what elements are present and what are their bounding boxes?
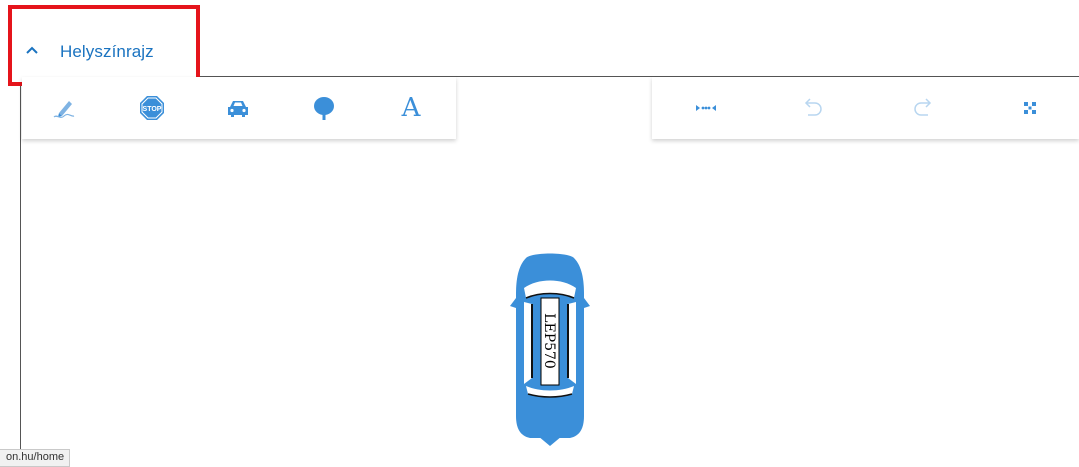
sign-tool-button[interactable]: STOP <box>138 94 166 122</box>
redo-icon <box>914 98 932 116</box>
fullscreen-tool-button[interactable] <box>1016 94 1044 122</box>
canvas-border-left <box>20 86 21 465</box>
expand-icon <box>1024 102 1036 114</box>
section-title: Helyszínrajz <box>60 42 154 61</box>
undo-icon <box>804 98 822 116</box>
tree-icon <box>314 97 334 120</box>
redo-tool-button[interactable] <box>909 94 937 122</box>
vehicle-on-canvas[interactable]: LEP570 <box>510 250 590 450</box>
car-icon <box>228 101 248 117</box>
svg-text:STOP: STOP <box>143 106 162 113</box>
vehicle-tool-button[interactable] <box>224 94 252 122</box>
pen-icon <box>53 101 75 119</box>
section-header-helyszinrajz[interactable]: Helyszínrajz <box>8 5 200 86</box>
drawing-toolbar: STOP A <box>22 77 456 139</box>
status-bar-url: on.hu/home <box>0 449 71 467</box>
arrows-inward-icon <box>696 105 716 111</box>
text-tool-button[interactable]: A <box>397 94 425 122</box>
collapse-tool-button[interactable] <box>692 94 720 122</box>
undo-tool-button[interactable] <box>799 94 827 122</box>
tree-tool-button[interactable] <box>310 94 338 122</box>
view-toolbar <box>652 77 1079 139</box>
text-icon: A <box>401 93 421 123</box>
top-view-car-icon: LEP570 <box>510 253 590 446</box>
draw-tool-button[interactable] <box>50 94 78 122</box>
license-plate-text: LEP570 <box>541 313 557 369</box>
chevron-up-icon[interactable] <box>25 45 39 55</box>
stop-sign-icon: STOP <box>140 96 164 120</box>
